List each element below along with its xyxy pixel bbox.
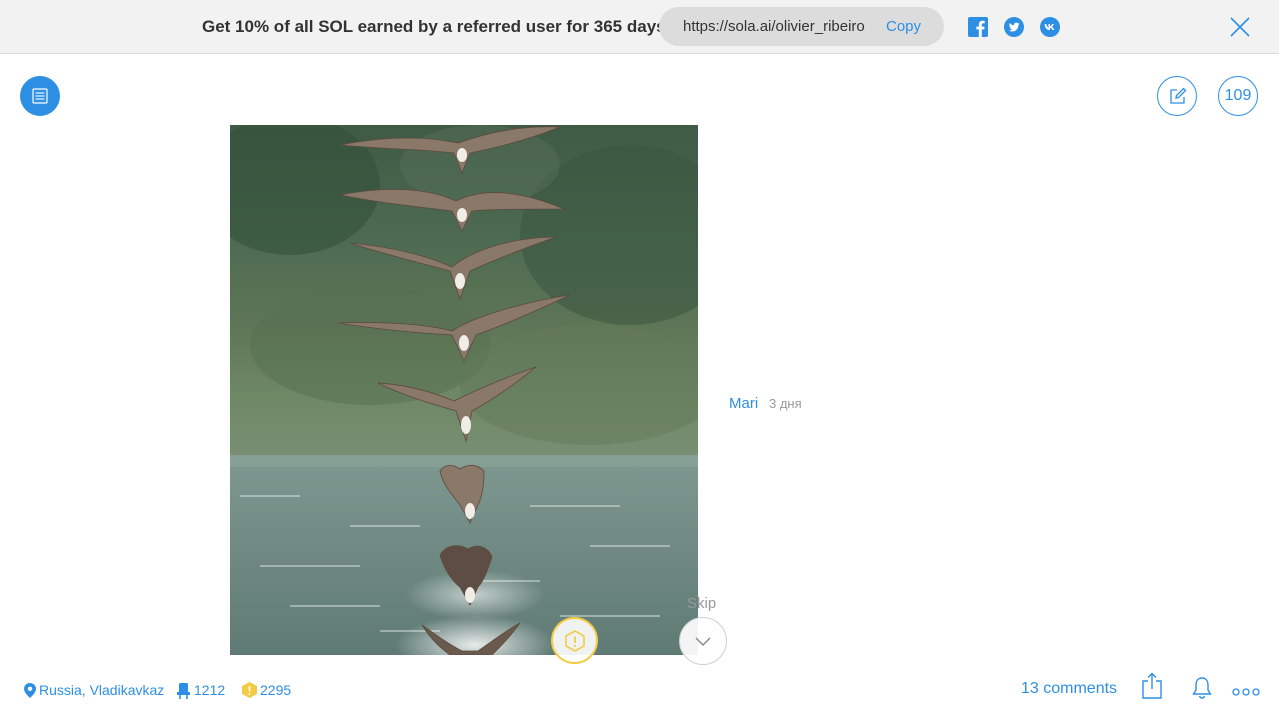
menu-button[interactable] — [20, 76, 60, 116]
views-count: 1212 — [194, 682, 226, 698]
more-icon — [1232, 688, 1260, 696]
sol-coin-icon — [242, 682, 257, 698]
referral-url[interactable]: https://sola.ai/olivier_ribeiro — [683, 18, 865, 35]
subscribe-button[interactable] — [1192, 676, 1212, 704]
post-time: 3 дня — [769, 396, 802, 411]
facebook-icon[interactable] — [968, 17, 988, 37]
referral-banner: Get 10% of all SOL earned by a referred … — [0, 0, 1279, 54]
bell-icon — [1192, 677, 1212, 699]
referral-link-box: https://sola.ai/olivier_ribeiro Copy — [659, 7, 944, 46]
coins-count: 2295 — [260, 682, 292, 698]
comments-link[interactable]: 13 comments — [1021, 680, 1117, 698]
notification-count-button[interactable]: 109 — [1218, 76, 1258, 116]
location-text[interactable]: Russia, Vladikavkaz — [39, 682, 164, 698]
copy-link-button[interactable]: Copy — [886, 18, 921, 35]
donate-coin-button[interactable] — [551, 617, 598, 664]
edit-icon — [1170, 87, 1187, 104]
author-name[interactable]: Mari — [729, 395, 758, 412]
share-icon — [1142, 672, 1162, 699]
close-banner-button[interactable] — [1229, 16, 1251, 38]
referral-message: Get 10% of all SOL earned by a referred … — [202, 17, 666, 36]
sol-coin-icon — [565, 630, 585, 652]
location-pin-icon — [24, 683, 36, 698]
share-button[interactable] — [1142, 672, 1162, 704]
twitter-icon[interactable] — [1004, 17, 1024, 37]
chevron-down-icon — [695, 637, 711, 647]
close-icon — [1230, 17, 1250, 37]
vk-icon[interactable] — [1040, 17, 1060, 37]
new-post-button[interactable] — [1157, 76, 1197, 116]
tourist-icon — [177, 683, 190, 699]
post-image[interactable] — [230, 125, 698, 655]
skip-button[interactable] — [679, 617, 727, 665]
more-options-button[interactable] — [1232, 683, 1260, 701]
skip-label: Skip — [687, 595, 717, 612]
osprey-photo — [230, 125, 698, 655]
list-icon — [32, 88, 48, 104]
